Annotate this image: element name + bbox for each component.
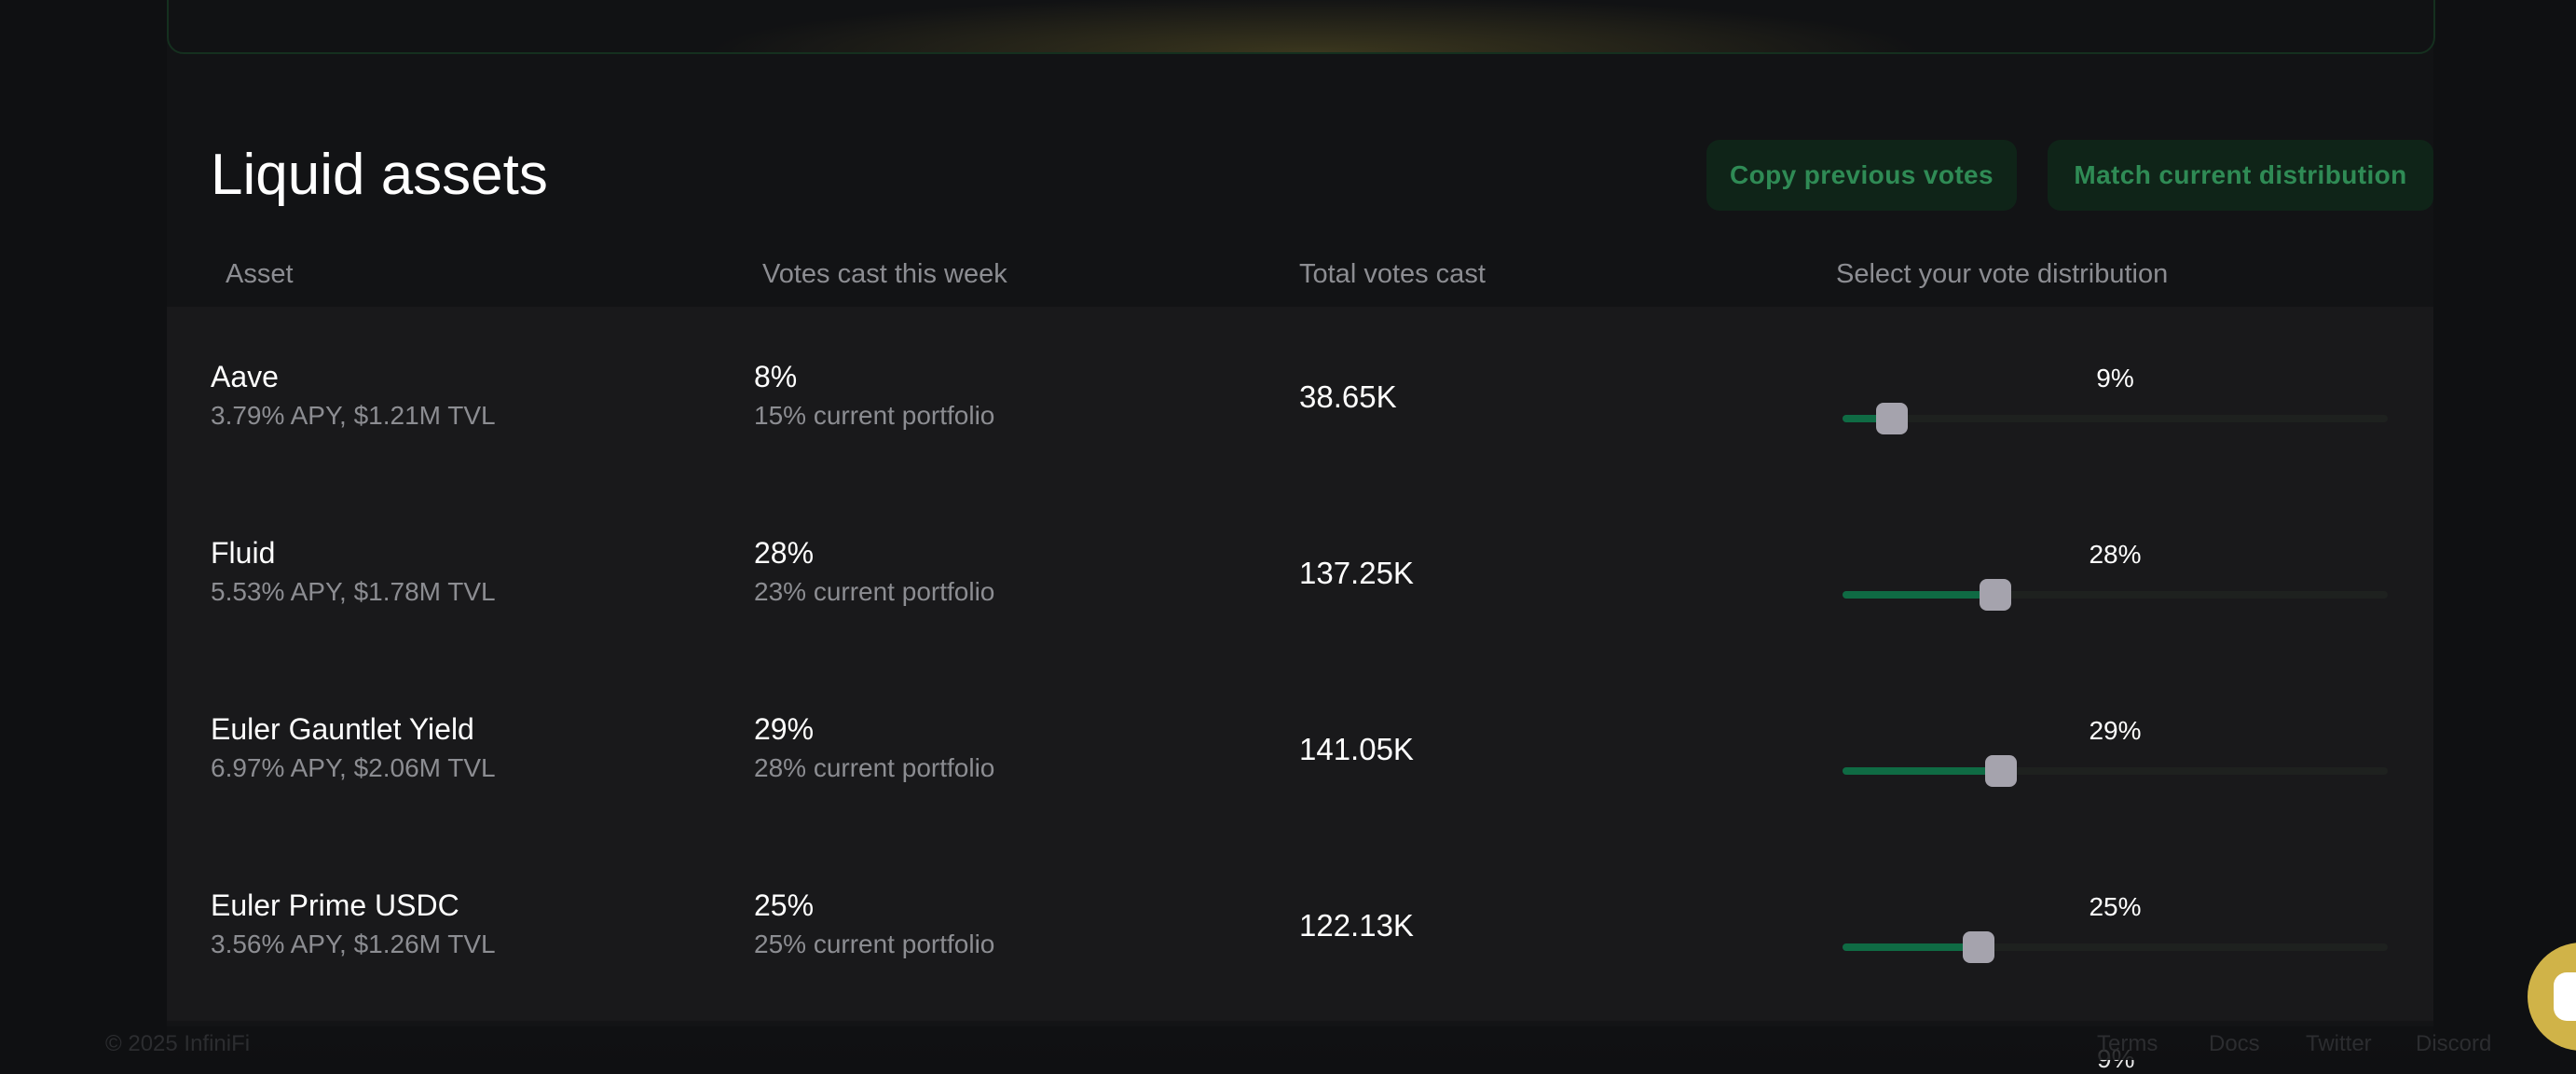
votes-week-value: 28% xyxy=(754,536,815,570)
current-portfolio: 28% current portfolio xyxy=(754,753,995,782)
vote-value-label: 28% xyxy=(2089,540,2142,569)
asset-name: Euler Gauntlet Yield xyxy=(211,712,474,746)
total-votes-value: 141.05K xyxy=(1299,732,1414,766)
asset-stats: 6.97% APY, $2.06M TVL xyxy=(211,753,496,782)
assets-table: Aave 3.79% APY, $1.21M TVL 8% 15% curren… xyxy=(167,307,2433,1026)
hero-card xyxy=(167,0,2435,54)
asset-row: Fluid 5.53% APY, $1.78M TVL 28% 23% curr… xyxy=(167,483,2433,659)
vote-distribution-slider[interactable]: 9% xyxy=(1843,363,2388,437)
total-votes-value: 38.65K xyxy=(1299,379,1397,414)
bottom-fade-overlay xyxy=(0,1021,2576,1060)
votes-week-value: 29% xyxy=(754,712,815,746)
slider-thumb[interactable] xyxy=(1963,931,1995,963)
asset-row: Aave 3.79% APY, $1.21M TVL 8% 15% curren… xyxy=(167,307,2433,483)
slider-fill xyxy=(1843,943,1980,951)
current-portfolio: 25% current portfolio xyxy=(754,929,995,958)
slider-thumb[interactable] xyxy=(1979,579,2011,611)
slider-fill xyxy=(1843,767,2001,775)
footer-link-docs[interactable]: Docs xyxy=(2209,1030,2260,1058)
asset-stats: 5.53% APY, $1.78M TVL xyxy=(211,577,496,606)
column-header-distribution: Select your vote distribution xyxy=(1836,259,2169,289)
vote-distribution-slider[interactable]: 25% xyxy=(1843,891,2388,966)
slider-thumb[interactable] xyxy=(1984,755,2017,787)
copy-previous-votes-button[interactable]: Copy previous votes xyxy=(1706,140,2017,211)
current-portfolio: 23% current portfolio xyxy=(754,577,995,606)
votes-week-value: 8% xyxy=(754,360,798,393)
column-header-total-votes: Total votes cast xyxy=(1299,259,1486,289)
slider-fill xyxy=(1843,591,1995,599)
footer-link-terms[interactable]: Terms xyxy=(2097,1030,2158,1058)
vote-value-label: 29% xyxy=(2089,716,2142,745)
vote-distribution-slider[interactable]: 28% xyxy=(1843,539,2388,613)
asset-row: Euler Prime USDC 3.56% APY, $1.26M TVL 2… xyxy=(167,835,2433,1012)
slider-track[interactable] xyxy=(1843,415,2388,422)
total-votes-value: 122.13K xyxy=(1299,908,1414,943)
footer-link-discord[interactable]: Discord xyxy=(2416,1030,2491,1058)
asset-stats: 3.79% APY, $1.21M TVL xyxy=(211,401,496,430)
total-votes-value: 137.25K xyxy=(1299,556,1414,590)
column-header-votes-week: Votes cast this week xyxy=(762,259,1007,289)
vote-value-label: 9% xyxy=(2096,364,2134,392)
votes-week-value: 25% xyxy=(754,888,815,922)
slider-thumb[interactable] xyxy=(1875,403,1908,434)
column-header-asset: Asset xyxy=(226,259,294,289)
vote-value-label: 25% xyxy=(2089,892,2142,921)
chat-bubble-glyph xyxy=(2554,972,2576,1021)
section-title: Liquid assets xyxy=(211,143,548,207)
asset-row: Euler Gauntlet Yield 6.97% APY, $2.06M T… xyxy=(167,659,2433,835)
footer-copyright: © 2025 InfiniFi xyxy=(105,1031,251,1056)
footer-link-twitter[interactable]: Twitter xyxy=(2306,1030,2372,1058)
asset-name: Fluid xyxy=(211,536,276,570)
match-current-distribution-button[interactable]: Match current distribution xyxy=(2048,140,2433,211)
vote-distribution-slider[interactable]: 29% xyxy=(1843,715,2388,790)
asset-name: Aave xyxy=(211,360,279,393)
asset-stats: 3.56% APY, $1.26M TVL xyxy=(211,929,496,958)
asset-name: Euler Prime USDC xyxy=(211,888,459,922)
current-portfolio: 15% current portfolio xyxy=(754,401,995,430)
